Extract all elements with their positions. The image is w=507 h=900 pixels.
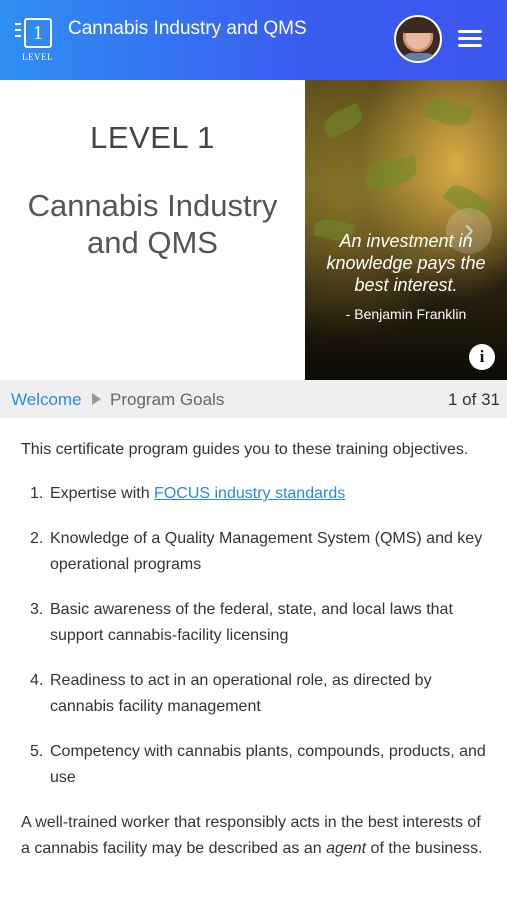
goal-text: Basic awareness of the federal, state, a… — [50, 601, 453, 644]
list-item: 4. Readiness to act in an operational ro… — [21, 668, 486, 720]
badge-label: LEVEL — [22, 52, 53, 62]
list-number: 4. — [30, 672, 44, 689]
goal-text: Readiness to act in an operational role,… — [50, 672, 432, 715]
goals-list: 1. Expertise with FOCUS industry standar… — [21, 481, 486, 791]
header-title: Cannabis Industry and QMS — [68, 18, 307, 39]
list-item: 5. Competency with cannabis plants, comp… — [21, 739, 486, 791]
outro-emphasis: agent — [326, 840, 367, 857]
breadcrumb-welcome-link[interactable]: Welcome — [11, 390, 82, 410]
breadcrumb: Welcome Program Goals 1 of 31 — [0, 380, 507, 418]
list-item: 1. Expertise with FOCUS industry standar… — [21, 481, 486, 507]
app-header: 1 LEVEL Cannabis Industry and QMS — [0, 0, 507, 80]
badge-ticks — [15, 23, 23, 41]
hero-quote-author: - Benjamin Franklin — [345, 306, 467, 322]
goal-text: Competency with cannabis plants, compoun… — [50, 743, 486, 786]
outro-text: A well-trained worker that responsibly a… — [21, 810, 486, 862]
info-icon[interactable]: i — [469, 344, 495, 370]
breadcrumb-arrow-icon — [92, 393, 101, 405]
goal-text: Knowledge of a Quality Management System… — [50, 530, 483, 573]
hamburger-menu-icon[interactable] — [458, 30, 482, 48]
page-indicator: 1 of 31 — [448, 390, 500, 409]
hero-title-panel: LEVEL 1 Cannabis Industry and QMS — [0, 80, 305, 380]
outro-text-end: of the business. — [366, 840, 483, 857]
hero-level: LEVEL 1 — [90, 120, 215, 155]
list-number: 2. — [30, 530, 44, 547]
list-number: 5. — [30, 743, 44, 760]
lesson-content: This certificate program guides you to t… — [21, 437, 486, 862]
focus-standards-link[interactable]: FOCUS industry standards — [154, 485, 345, 502]
avatar[interactable] — [394, 15, 442, 63]
list-number: 1. — [30, 485, 44, 502]
hero-title: Cannabis Industry and QMS — [27, 188, 278, 260]
list-item: 2. Knowledge of a Quality Management Sys… — [21, 526, 486, 578]
hero-quote: An investment in knowledge pays the best… — [326, 231, 486, 295]
intro-text: This certificate program guides you to t… — [21, 441, 469, 458]
badge-number: 1 — [24, 18, 52, 48]
level-badge-icon[interactable]: 1 LEVEL — [15, 14, 61, 66]
goal-text: Expertise with — [50, 485, 155, 502]
list-number: 3. — [30, 601, 44, 618]
list-item: 3. Basic awareness of the federal, state… — [21, 597, 486, 649]
breadcrumb-current: Program Goals — [110, 390, 225, 409]
